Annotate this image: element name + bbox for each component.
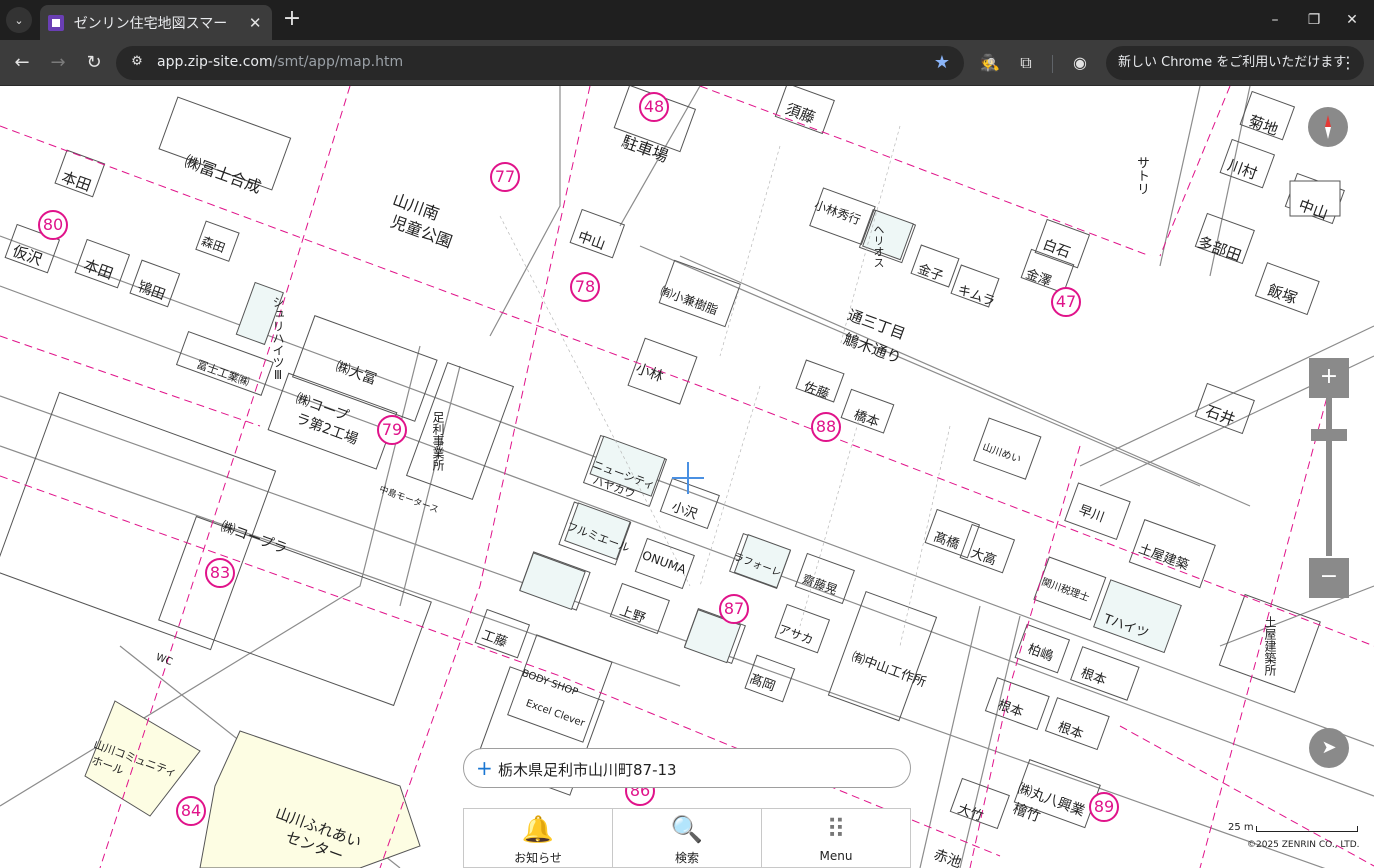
compass-icon[interactable] [1308,107,1348,147]
chevron-down-icon: ⌄ [14,13,24,27]
zenrin-favicon-icon [48,14,64,31]
map-pin[interactable]: 87 [719,594,749,624]
zoom-slider-track[interactable] [1326,398,1332,556]
url-path: /smt/app/map.htm [272,54,404,70]
url-text[interactable]: app.zip-site.com/smt/app/map.htm [157,54,403,70]
nav-menu[interactable]: ⠿ Menu [762,809,910,867]
map-label: サトリ [1134,156,1149,195]
restore-icon[interactable]: ❐ [1302,8,1326,32]
close-window-icon[interactable]: ✕ [1340,8,1364,32]
puzzle-icon[interactable]: ⧉ [1014,51,1038,75]
update-label: 新しい Chrome をご利用いただけます [1118,55,1347,70]
copyright: ©2025 ZENRIN CO., LTD. [1247,840,1360,850]
grid-icon: ⠿ [826,815,846,845]
chrome-update-button[interactable]: 新しい Chrome をご利用いただけます ⋮ [1106,46,1364,80]
map-pin[interactable]: 83 [205,558,235,588]
tune-icon[interactable]: ⚙ [128,54,146,72]
map-pin[interactable]: 48 [639,92,669,122]
zoom-out-button[interactable]: − [1309,558,1349,598]
crosshair-icon-vertical [687,462,689,494]
nav-notifications[interactable]: 🔔 お知らせ [464,809,613,867]
nav-label-notifications: お知らせ [514,851,562,865]
toolbar-divider [1052,55,1053,73]
minimize-icon[interactable]: – [1263,8,1287,32]
nav-label-menu: Menu [819,849,853,863]
map-label: ヘリオス [872,224,885,268]
map-pin[interactable]: 88 [811,412,841,442]
url-host: app.zip-site.com [157,54,273,70]
bottom-navigation: 🔔 お知らせ 🔍 検索 ⠿ Menu [463,808,911,868]
spy-icon[interactable]: 🕵 [978,51,1002,75]
map-canvas[interactable]: ㈱冨士合成 山川南 児童公園 駐車場 須藤 菊地 川村 中山 多部田 飯塚 石井 本田 仮沢 本田 鴇田 森田… [0,86,1374,868]
search-icon: 🔍 [670,815,704,845]
map-label: シュリハイツⅢ [271,296,285,382]
forward-arrow-icon[interactable]: → [44,49,72,77]
tab-search-button[interactable]: ⌄ [6,7,32,33]
reload-icon[interactable]: ↻ [80,49,108,77]
map-pin[interactable]: 79 [377,415,407,445]
zoom-in-button[interactable]: + [1309,358,1349,398]
bell-icon: 🔔 [521,815,555,845]
map-pin[interactable]: 77 [490,162,520,192]
nav-label-search: 検索 [674,851,699,865]
map-pin[interactable]: 84 [176,796,206,826]
profile-icon[interactable]: ◉ [1068,51,1092,75]
current-location-icon[interactable]: ➤ [1309,728,1349,768]
close-icon[interactable]: ✕ [246,14,264,32]
new-tab-button[interactable]: + [280,8,304,32]
zoom-slider-handle[interactable] [1311,429,1347,441]
map-pin[interactable]: 78 [570,272,600,302]
tab-title: ゼンリン住宅地図スマー [73,15,228,32]
scale-label: 25 m [1228,822,1254,833]
map-pin[interactable]: 89 [1089,792,1119,822]
tab-zenrin[interactable]: ゼンリン住宅地図スマー ✕ [40,5,272,40]
address-display[interactable]: + 栃木県足利市山川町87-13 [463,748,911,788]
map-label: 足利事業所 [431,411,445,471]
kebab-icon[interactable]: ⋮ [1340,46,1356,80]
address-bar[interactable]: ⚙ app.zip-site.com/smt/app/map.htm ★ [116,46,964,80]
map-pin[interactable]: 47 [1051,287,1081,317]
star-icon[interactable]: ★ [934,52,950,73]
browser-toolbar: ← → ↻ ⚙ app.zip-site.com/smt/app/map.htm… [0,40,1374,86]
address-text: 栃木県足利市山川町87-13 [498,761,677,779]
browser-tabstrip: ⌄ ゼンリン住宅地図スマー ✕ + – ❐ ✕ [0,0,1374,40]
plus-icon: + [476,756,493,780]
scale-bar [1256,826,1358,832]
back-arrow-icon[interactable]: ← [8,49,36,77]
map-pin[interactable]: 80 [38,210,68,240]
nav-search[interactable]: 🔍 検索 [613,809,762,867]
map-label: 土屋建築所 [1263,616,1277,676]
